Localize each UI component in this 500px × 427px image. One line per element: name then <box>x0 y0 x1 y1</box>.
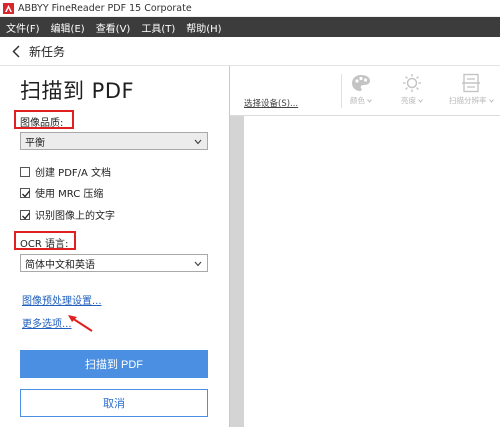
chevron-down-icon <box>418 98 423 103</box>
scan-toolbar: 选择设备(S)... 颜色 亮度 扫描分辨率 <box>230 66 500 116</box>
preview-area: 选择设备(S)... 颜色 亮度 扫描分辨率 <box>229 66 500 427</box>
ocr-language-value: 简体中文和英语 <box>25 259 95 271</box>
ocr-images-checkbox[interactable] <box>20 209 31 220</box>
scan-resolution-icon <box>462 73 481 93</box>
ocr-images-label: 识别图像上的文字 <box>35 211 115 222</box>
window-title: ABBYY FineReader PDF 15 Corporate <box>18 2 192 14</box>
color-tool-label: 颜色 <box>350 96 365 105</box>
chevron-down-icon <box>194 259 202 270</box>
menu-file[interactable]: 文件(F) <box>6 20 40 35</box>
option-ocr-images[interactable]: 识别图像上的文字 <box>20 207 115 222</box>
title-bar: ABBYY FineReader PDF 15 Corporate <box>0 0 500 17</box>
color-tool[interactable]: 颜色 <box>350 73 372 106</box>
menu-tools[interactable]: 工具(T) <box>141 20 175 35</box>
image-quality-value: 平衡 <box>25 137 45 149</box>
option-mrc[interactable]: 使用 MRC 压缩 <box>20 185 103 200</box>
menu-help[interactable]: 帮助(H) <box>186 20 221 35</box>
scan-settings-panel: 扫描到 PDF 图像品质: 平衡 创建 PDF/A 文档 使用 MRC 压缩 识… <box>0 66 229 427</box>
abbyy-logo-icon <box>3 2 14 14</box>
page-title: 扫描到 PDF <box>20 79 135 103</box>
brightness-icon <box>403 74 421 92</box>
menu-bar: 文件(F) 编辑(E) 查看(V) 工具(T) 帮助(H) <box>0 17 500 37</box>
back-arrow-icon[interactable] <box>12 44 24 58</box>
pdfa-checkbox[interactable] <box>20 166 30 177</box>
ocr-language-select[interactable]: 简体中文和英语 <box>20 254 208 272</box>
chevron-down-icon <box>367 98 372 103</box>
new-task-link[interactable]: 新任务 <box>29 43 65 60</box>
menu-edit[interactable]: 编辑(E) <box>51 20 85 35</box>
palette-icon <box>352 75 370 91</box>
ocr-language-label: OCR 语言: <box>20 239 69 250</box>
chevron-down-icon <box>488 98 494 103</box>
menu-view[interactable]: 查看(V) <box>96 20 131 35</box>
pdfa-label: 创建 PDF/A 文档 <box>35 168 112 179</box>
brightness-tool[interactable]: 亮度 <box>401 73 423 106</box>
nav-bar: 新任务 <box>0 37 500 66</box>
scan-resolution-tool[interactable]: 扫描分辨率 <box>449 73 494 106</box>
annotation-arrow-icon <box>68 315 93 332</box>
toolbar-divider <box>341 74 342 108</box>
option-pdfa[interactable]: 创建 PDF/A 文档 <box>20 164 111 179</box>
brightness-tool-label: 亮度 <box>401 96 416 105</box>
image-quality-label: 图像品质: <box>20 118 64 129</box>
cancel-button[interactable]: 取消 <box>20 389 208 417</box>
scan-preview-page <box>244 116 500 427</box>
mrc-checkbox[interactable] <box>20 187 31 198</box>
image-quality-select[interactable]: 平衡 <box>20 132 208 150</box>
preprocess-settings-link[interactable]: 图像预处理设置... <box>22 292 102 307</box>
mrc-label: 使用 MRC 压缩 <box>35 189 104 200</box>
scan-resolution-tool-label: 扫描分辨率 <box>449 96 487 105</box>
scan-to-pdf-button[interactable]: 扫描到 PDF <box>20 350 208 378</box>
more-options-link[interactable]: 更多选项... <box>22 315 72 330</box>
chevron-down-icon <box>194 137 202 148</box>
select-device-link[interactable]: 选择设备(S)... <box>244 97 298 109</box>
